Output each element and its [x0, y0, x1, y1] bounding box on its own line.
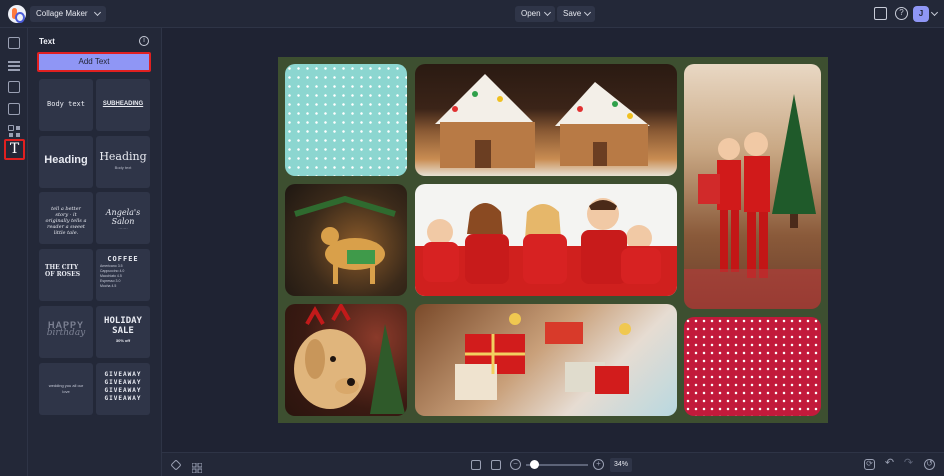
preset-text: GIVEAWAY [104, 387, 142, 394]
preset-text: GIVEAWAY [104, 395, 142, 402]
collage-canvas[interactable] [278, 57, 828, 423]
collage-cell-ornament-photo[interactable] [285, 184, 407, 296]
top-bar: Collage Maker Open Save ? J [0, 0, 944, 28]
text-preset-giveaway[interactable]: GIVEAWAY GIVEAWAY GIVEAWAY GIVEAWAY [96, 363, 150, 415]
text-preset-heading-bold[interactable]: Heading [39, 136, 93, 188]
text-panel: Text i Add Text Body text SUBHEADING Hea… [28, 28, 162, 476]
menu-row: Mocha 4.5 [100, 284, 117, 288]
adjust-icon[interactable] [8, 59, 20, 71]
preset-text: COFFEE [107, 255, 139, 263]
chevron-down-icon [584, 8, 592, 17]
save-button[interactable]: Save [557, 6, 596, 22]
fit-screen-icon[interactable] [471, 460, 481, 470]
image-icon[interactable] [8, 37, 20, 49]
text-preset-body[interactable]: Body text [39, 79, 93, 131]
preset-text: Body text [47, 100, 85, 108]
collage-cell-boys-photo[interactable] [684, 64, 821, 309]
text-preset-script-paragraph[interactable]: tell a better story · it originally tell… [39, 192, 93, 244]
text-preset-subheading[interactable]: SUBHEADING [96, 79, 150, 131]
save-label: Save [563, 9, 582, 18]
text-preset-happy-birthday[interactable]: HAPPY birthday [39, 306, 93, 358]
graphics-icon[interactable] [8, 125, 20, 137]
preset-text: tell a better story · it originally tell… [45, 206, 87, 236]
collage-cell-red-pattern[interactable] [684, 317, 821, 416]
open-label: Open [521, 9, 541, 18]
preset-subtext: ······· [118, 226, 128, 231]
help-icon[interactable]: ? [895, 7, 908, 20]
layers-icon[interactable] [170, 459, 182, 471]
zoom-in-icon[interactable]: + [593, 459, 604, 470]
undo-icon[interactable]: ↶ [884, 458, 895, 470]
collage-cell-teal-pattern[interactable] [285, 64, 407, 176]
tool-rail: T [0, 28, 28, 476]
text-tool-button[interactable]: T [4, 139, 25, 160]
add-text-button[interactable]: Add Text [37, 52, 151, 72]
zoom-out-icon[interactable]: − [510, 459, 521, 470]
preset-text: Heading [99, 150, 147, 163]
actual-size-icon[interactable] [491, 460, 501, 470]
gingerbread-image [435, 74, 650, 168]
presents-image [455, 313, 631, 400]
bottom-bar: − + 34% ⟳ ↶ ↷ ↺ [162, 452, 944, 476]
preset-subtext: Body text [114, 165, 132, 170]
zoom-slider-thumb[interactable] [530, 460, 540, 469]
text-preset-wedding[interactable]: wedding you all our love [39, 363, 93, 415]
preset-text: GIVEAWAY [104, 379, 142, 386]
chevron-down-icon[interactable] [930, 8, 939, 17]
preset-text: SUBHEADING [102, 101, 144, 107]
feedback-icon[interactable] [874, 7, 887, 20]
redo-icon[interactable]: ↷ [903, 458, 914, 470]
preset-subtext: birthday [46, 328, 86, 338]
text-preset-city-of-roses[interactable]: THE CITY OF ROSES [39, 249, 93, 301]
preset-text: GIVEAWAY [104, 371, 142, 378]
preset-text: wedding you all our love [48, 383, 84, 394]
background-icon[interactable] [8, 103, 20, 115]
open-button[interactable]: Open [515, 6, 555, 22]
boys-by-tree-image [684, 94, 821, 309]
golden-retriever-image [294, 304, 405, 414]
chevron-down-icon [543, 8, 551, 17]
preset-text: Angela's Salon [105, 208, 141, 226]
family-image [415, 198, 677, 296]
collage-cell-presents-photo[interactable] [415, 304, 677, 416]
preset-subtext: 30% off [115, 338, 131, 343]
text-preset-holiday-sale[interactable]: HOLIDAY SALE 30% off [96, 306, 150, 358]
collage-cell-gingerbread-photo[interactable] [415, 64, 677, 176]
grid-view-icon[interactable] [191, 460, 203, 474]
preset-text: Heading [44, 154, 88, 166]
deer-ornament-image [294, 195, 396, 284]
history-icon[interactable]: ↺ [924, 459, 935, 470]
info-icon[interactable]: i [139, 36, 149, 46]
layout-icon[interactable] [8, 81, 20, 93]
swap-icon[interactable]: ⟳ [864, 459, 875, 470]
preset-text: HOLIDAY SALE [104, 316, 142, 336]
text-preset-salon[interactable]: Angela's Salon ······· [96, 192, 150, 244]
app-selector[interactable]: Collage Maker [30, 6, 106, 22]
collage-cell-dog-photo[interactable] [285, 304, 407, 416]
zoom-level[interactable]: 34% [610, 458, 632, 472]
app-selector-label: Collage Maker [36, 9, 88, 18]
chevron-down-icon [93, 8, 101, 17]
panel-title: Text [39, 37, 55, 46]
text-icon: T [9, 141, 20, 157]
preset-text: THE CITY OF ROSES [45, 264, 81, 278]
text-preset-heading-serif[interactable]: Heading Body text [96, 136, 150, 188]
app-logo-icon[interactable] [8, 5, 26, 23]
collage-cell-family-photo[interactable] [415, 184, 677, 296]
text-preset-coffee-menu[interactable]: COFFEE Americano 3.5 Cappuccino 4.0 Macc… [96, 249, 150, 301]
user-avatar[interactable]: J [913, 6, 929, 22]
